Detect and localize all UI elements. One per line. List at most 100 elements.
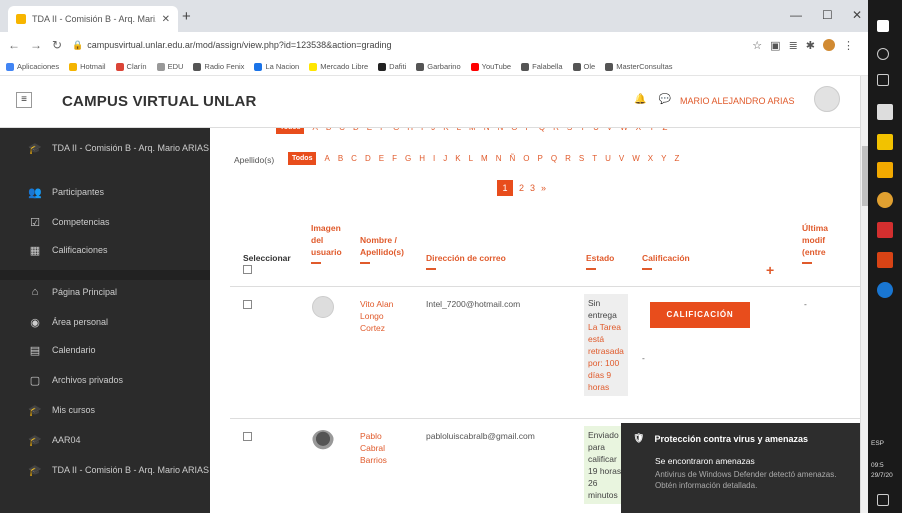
page-scrollbar[interactable]	[860, 76, 868, 513]
site-title[interactable]: CAMPUS VIRTUAL UNLAR	[62, 93, 257, 110]
surname-filter-letter[interactable]: G	[405, 154, 411, 163]
firstname-filter-letter[interactable]: S	[567, 128, 572, 132]
col-header-grade[interactable]: Calificación	[642, 252, 690, 270]
acrobat-icon[interactable]	[877, 222, 893, 238]
sidebar-item[interactable]: ▦ Calificaciones	[0, 244, 210, 284]
windows-start-icon[interactable]	[877, 20, 889, 32]
col-header-image[interactable]: Imagen del usuario	[311, 222, 349, 264]
surname-filter-letter[interactable]: H	[419, 154, 425, 163]
bookmark-item[interactable]: Clarín	[115, 62, 147, 71]
minimize-icon[interactable]: —	[790, 8, 802, 22]
firstname-filter-letter[interactable]: D	[353, 128, 359, 132]
surname-filter-letter[interactable]: P	[537, 154, 542, 163]
close-window-icon[interactable]: ✕	[852, 8, 862, 22]
select-all-checkbox[interactable]	[243, 265, 252, 274]
clock-date[interactable]: 29/7/20	[871, 472, 893, 480]
surname-filter-letter[interactable]: O	[523, 154, 529, 163]
task-view-icon[interactable]	[877, 74, 889, 86]
page-current[interactable]: 1	[497, 180, 513, 196]
surname-filter-letter[interactable]: L	[469, 154, 473, 163]
menu-extension-icon[interactable]: ≣	[789, 39, 798, 52]
surname-filter-letter[interactable]: N	[496, 154, 502, 163]
surname-filter-letter[interactable]: Z	[674, 154, 679, 163]
file-explorer-icon[interactable]	[877, 134, 893, 150]
grade-button[interactable]: CALIFICACIÓN	[650, 302, 750, 328]
firstname-filter-letter[interactable]: M	[469, 128, 476, 132]
firstname-filter-letter[interactable]: A	[312, 128, 317, 132]
firstname-filter-all-button[interactable]: Todos	[276, 128, 305, 134]
browser-menu-icon[interactable]: ⋮	[843, 39, 854, 52]
col-header-last-modified[interactable]: Última modif (entre	[802, 222, 842, 264]
surname-filter-letter[interactable]: C	[351, 154, 357, 163]
search-icon[interactable]	[877, 48, 889, 60]
browser-tab[interactable]: TDA II - Comisión B - Arq. Mari... ✕	[8, 6, 178, 32]
taskbar-app-icon[interactable]	[877, 104, 893, 120]
page-link[interactable]: 3	[530, 183, 535, 193]
firstname-filter-letter[interactable]: J	[431, 128, 435, 132]
maximize-icon[interactable]: ☐	[822, 8, 833, 22]
chrome-icon[interactable]	[877, 192, 893, 208]
new-tab-icon[interactable]: +	[182, 8, 191, 25]
col-header-email[interactable]: Dirección de correo	[426, 252, 506, 270]
page-next[interactable]: »	[541, 183, 546, 193]
surname-filter-letter[interactable]: Q	[551, 154, 557, 163]
col-header-status[interactable]: Estado	[586, 252, 614, 270]
surname-filter-letter[interactable]: I	[433, 154, 435, 163]
firstname-filter-letter[interactable]: V	[607, 128, 612, 132]
back-icon[interactable]: ←	[8, 38, 20, 52]
surname-filter-letter[interactable]: V	[619, 154, 624, 163]
surname-filter-letter[interactable]: W	[632, 154, 640, 163]
surname-filter-letter[interactable]: T	[592, 154, 597, 163]
expand-column-icon[interactable]: +	[766, 262, 774, 278]
action-center-icon[interactable]	[877, 494, 889, 506]
sidebar-item[interactable]: 🎓 TDA II - Comisión B - Arq. Mario ARIAS	[0, 142, 210, 182]
sidebar-item[interactable]: 🎓 TDA II - Comisión B - Arq. Mario ARIAS	[0, 464, 210, 504]
notification-bell-icon[interactable]: 🔔	[634, 94, 646, 105]
user-menu-name[interactable]: MARIO ALEJANDRO ARIAS	[680, 96, 795, 106]
surname-filter-letter[interactable]: S	[579, 154, 584, 163]
firstname-filter-letter[interactable]: Z	[662, 128, 667, 132]
puzzle-icon[interactable]: ✱	[806, 39, 815, 52]
language-indicator[interactable]: ESP	[871, 440, 884, 448]
reload-icon[interactable]: ↻	[52, 38, 62, 52]
surname-filter-letter[interactable]: K	[455, 154, 460, 163]
row-name-link[interactable]: Vito Alan Longo Cortez	[360, 298, 406, 334]
firstname-filter-letter[interactable]: Q	[539, 128, 545, 132]
firstname-filter-letter[interactable]: Y	[649, 128, 654, 132]
bookmark-item[interactable]: La Nacion	[254, 62, 299, 71]
profile-icon[interactable]	[823, 39, 835, 51]
firstname-filter-letter[interactable]: R	[553, 128, 559, 132]
hamburger-menu-icon[interactable]: ≡	[16, 92, 32, 108]
bookmark-item[interactable]: Garbarino	[416, 62, 461, 71]
bookmark-item[interactable]: Falabella	[521, 62, 563, 71]
user-avatar[interactable]	[814, 86, 840, 112]
firstname-filter-letter[interactable]: B	[326, 128, 331, 132]
bookmark-item[interactable]: Hotmail	[69, 62, 106, 71]
firstname-filter-letter[interactable]: T	[580, 128, 585, 132]
surname-filter-letter[interactable]: A	[324, 154, 329, 163]
star-icon[interactable]: ☆	[752, 39, 762, 52]
firstname-filter-letter[interactable]: F	[380, 128, 385, 132]
surname-filter-letter[interactable]: R	[565, 154, 571, 163]
surname-filter-letter[interactable]: X	[648, 154, 653, 163]
row-select-checkbox[interactable]	[243, 300, 252, 309]
row-select-checkbox[interactable]	[243, 432, 252, 441]
surname-filter-letter[interactable]: Y	[661, 154, 666, 163]
firstname-filter-letter[interactable]: W	[620, 128, 628, 132]
firstname-filter-letter[interactable]: C	[339, 128, 345, 132]
office-icon[interactable]	[877, 252, 893, 268]
surname-filter-letter[interactable]: U	[605, 154, 611, 163]
bookmark-item[interactable]: Mercado Libre	[309, 62, 368, 71]
firstname-filter-letter[interactable]: N	[484, 128, 490, 132]
firstname-filter-letter[interactable]: U	[593, 128, 599, 132]
surname-filter-letter[interactable]: M	[481, 154, 488, 163]
firstname-filter-letter[interactable]: P	[525, 128, 530, 132]
row-name-link[interactable]: Pablo Cabral Barrios	[360, 430, 406, 466]
bookmark-item[interactable]: Ole	[572, 62, 595, 71]
bookmark-item[interactable]: Aplicaciones	[6, 62, 59, 71]
page-link[interactable]: 2	[519, 183, 524, 193]
surname-filter-letter[interactable]: B	[338, 154, 343, 163]
close-tab-icon[interactable]: ✕	[162, 14, 170, 25]
firstname-filter-letter[interactable]: I	[421, 128, 423, 132]
bookmark-item[interactable]: YouTube	[470, 62, 511, 71]
